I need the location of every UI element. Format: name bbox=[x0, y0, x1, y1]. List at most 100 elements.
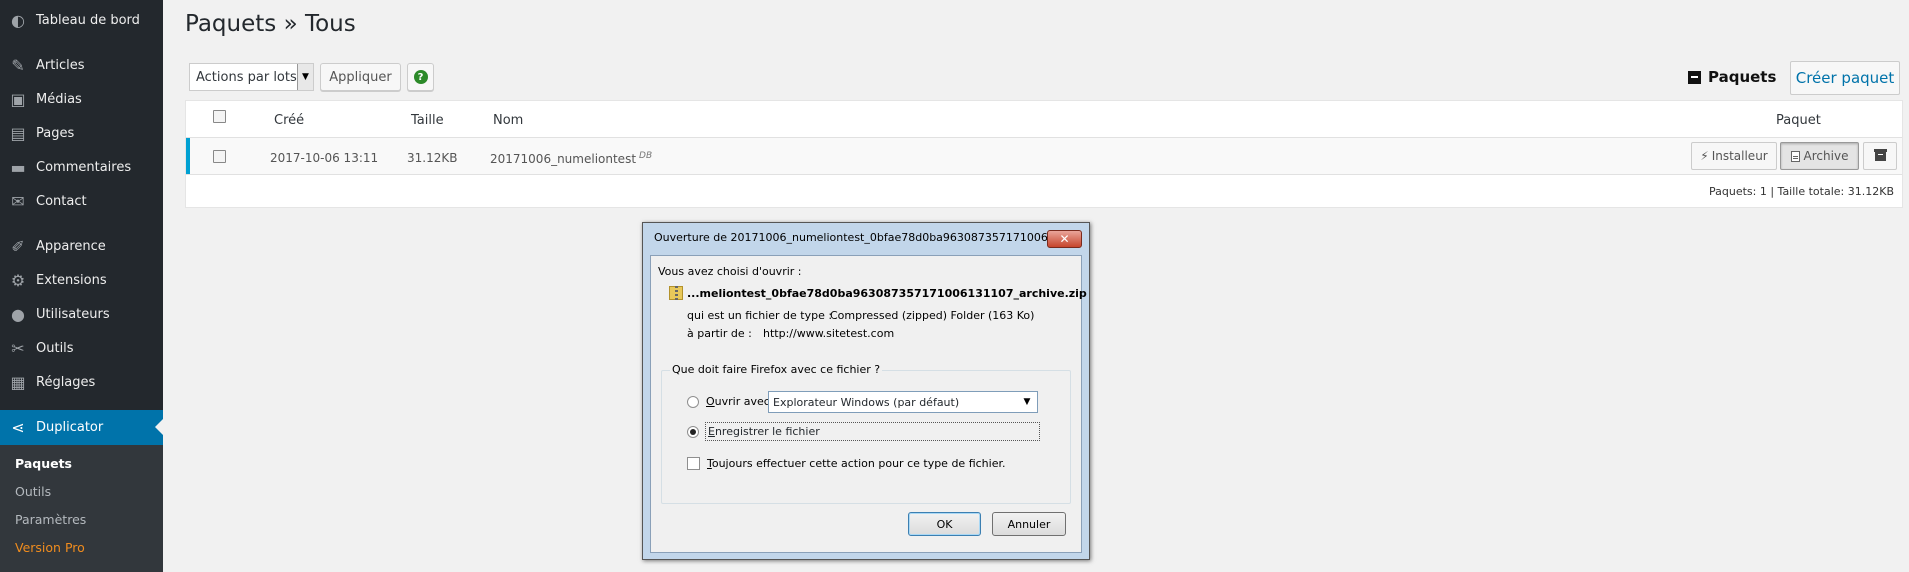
table-footer-summary: Paquets: 1 | Taille totale: 31.12KB bbox=[1709, 185, 1894, 198]
menu-contact-label: Contact bbox=[36, 193, 87, 209]
select-all-checkbox[interactable] bbox=[213, 110, 226, 123]
column-size[interactable]: Taille bbox=[411, 113, 444, 128]
installer-label: Installeur bbox=[1711, 149, 1768, 163]
bolt-icon: ⚡ bbox=[1700, 149, 1709, 163]
save-file-radio[interactable] bbox=[687, 426, 699, 438]
ok-button[interactable]: OK bbox=[908, 512, 981, 536]
menu-medias-label: Médias bbox=[36, 91, 82, 107]
submenu-outils[interactable]: Outils bbox=[15, 484, 51, 499]
chevron-down-icon: ▼ bbox=[297, 64, 313, 90]
duplicator-submenu: Paquets Outils Paramètres Version Pro bbox=[0, 445, 163, 572]
menu-articles-label: Articles bbox=[36, 57, 85, 73]
column-package: Paquet bbox=[1776, 113, 1821, 128]
save-file-label[interactable]: Enregistrer le fichier bbox=[705, 422, 1040, 441]
installer-button[interactable]: ⚡ Installeur bbox=[1691, 142, 1777, 170]
archive-box-icon bbox=[1688, 70, 1701, 84]
menu-appearance-label: Apparence bbox=[36, 238, 106, 254]
menu-extensions-label: Extensions bbox=[36, 272, 107, 288]
settings-icon: ▦ bbox=[10, 372, 26, 392]
plugin-icon: ⚙ bbox=[10, 270, 26, 290]
dialog-title: Ouverture de 20171006_numeliontest_0bfae… bbox=[654, 231, 1049, 244]
row-checkbox[interactable] bbox=[213, 150, 226, 163]
archive-button[interactable]: Archive bbox=[1780, 142, 1859, 170]
save-accel: E bbox=[708, 425, 715, 438]
open-with-rest: uvrir avec bbox=[714, 395, 770, 408]
help-button[interactable]: ? bbox=[407, 63, 434, 91]
apply-button[interactable]: Appliquer bbox=[320, 63, 401, 91]
menu-comments-label: Commentaires bbox=[36, 159, 132, 175]
dialog-body: Vous avez choisi d'ouvrir : ...meliontes… bbox=[650, 255, 1087, 553]
share-icon: ⋖ bbox=[11, 418, 25, 437]
file-zip-icon bbox=[1790, 150, 1800, 162]
always-label[interactable]: Toujours effectuer cette action pour ce … bbox=[707, 457, 1005, 470]
pushpin-icon: ✎ bbox=[11, 55, 25, 75]
help-icon: ? bbox=[413, 70, 428, 84]
submenu-version-pro[interactable]: Version Pro bbox=[15, 540, 85, 555]
menu-contact[interactable]: ✉ Contact bbox=[0, 184, 163, 218]
from-value: http://www.sitetest.com bbox=[763, 327, 895, 340]
details-button[interactable] bbox=[1863, 142, 1897, 170]
db-badge: DB bbox=[639, 151, 653, 161]
archive-label: Archive bbox=[1803, 149, 1849, 163]
bulk-actions-select[interactable]: Actions par lots ▼ bbox=[189, 63, 314, 91]
packets-label: Paquets bbox=[1688, 68, 1776, 86]
menu-pages-label: Pages bbox=[36, 125, 75, 141]
chosen-text: Vous avez choisi d'ouvrir : bbox=[658, 265, 802, 278]
open-with-radio[interactable] bbox=[687, 396, 699, 408]
menu-dashboard-label: Tableau de bord bbox=[36, 12, 140, 28]
row-name-text: 20171006_numeliontest bbox=[490, 152, 637, 166]
cancel-button[interactable]: Annuler bbox=[992, 512, 1066, 536]
open-with-accel: O bbox=[706, 395, 715, 408]
menu-tools[interactable]: ✂ Outils bbox=[0, 331, 163, 365]
menu-medias[interactable]: ▣ Médias bbox=[0, 82, 163, 116]
menu-users[interactable]: ● Utilisateurs bbox=[0, 297, 163, 331]
file-name: ...meliontest_0bfae78d0ba963087357171006… bbox=[687, 287, 1087, 300]
wrench-icon: ✂ bbox=[11, 338, 25, 358]
always-rest: oujours effectuer cette action pour ce t… bbox=[711, 457, 1006, 470]
save-rest: nregistrer le fichier bbox=[714, 425, 820, 438]
menu-articles[interactable]: ✎ Articles bbox=[0, 48, 163, 82]
create-package-button[interactable]: Créer paquet bbox=[1790, 61, 1900, 95]
menu-duplicator[interactable]: ⋖ Duplicator bbox=[0, 410, 163, 445]
row-created: 2017-10-06 13:11 bbox=[270, 151, 379, 165]
mail-icon: ✉ bbox=[11, 191, 25, 211]
open-with-value: Explorateur Windows (par défaut) bbox=[773, 395, 960, 409]
packets-label-text: Paquets bbox=[1708, 68, 1777, 86]
brush-icon: ✐ bbox=[11, 236, 25, 256]
archive-box-icon bbox=[1873, 148, 1887, 161]
menu-dashboard[interactable]: ◐ Tableau de bord bbox=[0, 3, 163, 37]
row-name: 20171006_numeliontest DB bbox=[490, 151, 652, 166]
submenu-paquets[interactable]: Paquets bbox=[15, 456, 72, 471]
menu-pages[interactable]: ▤ Pages bbox=[0, 116, 163, 150]
pages-icon: ▤ bbox=[10, 123, 26, 143]
type-value: Compressed (zipped) Folder (163 Ko) bbox=[830, 309, 1035, 322]
menu-extensions[interactable]: ⚙ Extensions bbox=[0, 263, 163, 297]
page-title: Paquets » Tous bbox=[185, 11, 356, 37]
open-with-label[interactable]: Ouvrir avec bbox=[706, 395, 770, 408]
column-name[interactable]: Nom bbox=[493, 113, 523, 128]
action-question: Que doit faire Firefox avec ce fichier ? bbox=[670, 363, 883, 376]
column-created[interactable]: Créé bbox=[274, 113, 304, 128]
row-size: 31.12KB bbox=[407, 151, 458, 165]
download-dialog: Ouverture de 20171006_numeliontest_0bfae… bbox=[642, 222, 1090, 560]
open-with-select[interactable]: Explorateur Windows (par défaut) ▼ bbox=[768, 391, 1038, 413]
user-icon: ● bbox=[11, 304, 25, 324]
type-label: qui est un fichier de type : bbox=[687, 309, 833, 322]
chevron-down-icon: ▼ bbox=[1023, 397, 1031, 407]
media-icon: ▣ bbox=[10, 89, 26, 109]
close-icon[interactable]: ✕ bbox=[1047, 230, 1082, 248]
menu-duplicator-label: Duplicator bbox=[36, 420, 104, 435]
admin-sidebar: ◐ Tableau de bord ✎ Articles ▣ Médias ▤ Page… bbox=[0, 0, 163, 572]
submenu-parametres[interactable]: Paramètres bbox=[15, 512, 86, 527]
zip-folder-icon bbox=[669, 286, 683, 300]
menu-appearance[interactable]: ✐ Apparence bbox=[0, 229, 163, 263]
table-row: 2017-10-06 13:11 31.12KB 20171006_numeli… bbox=[186, 137, 1902, 175]
from-label: à partir de : bbox=[687, 327, 752, 340]
menu-comments[interactable]: ▬ Commentaires bbox=[0, 150, 163, 184]
menu-settings[interactable]: ▦ Réglages bbox=[0, 365, 163, 399]
menu-tools-label: Outils bbox=[36, 340, 74, 356]
bulk-actions-value: Actions par lots bbox=[196, 69, 297, 85]
always-checkbox[interactable] bbox=[687, 457, 700, 470]
comments-icon: ▬ bbox=[10, 157, 26, 177]
dashboard-icon: ◐ bbox=[11, 10, 25, 30]
